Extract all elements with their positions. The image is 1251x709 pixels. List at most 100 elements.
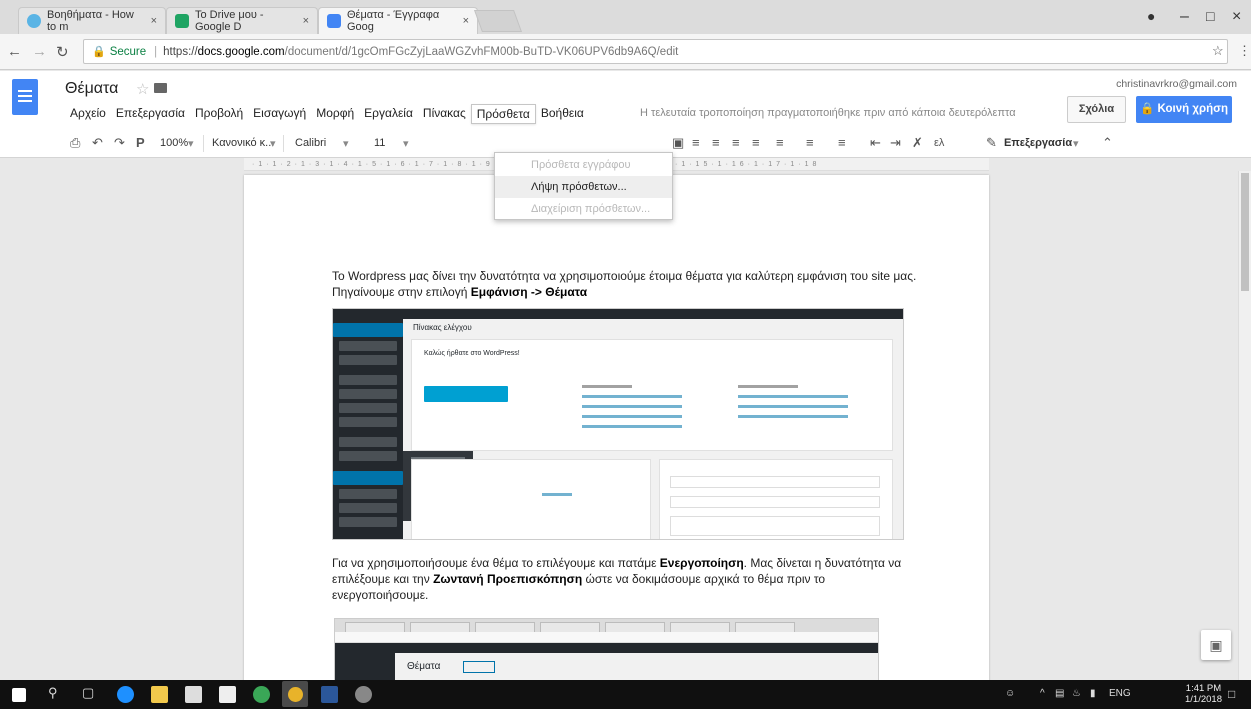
lock-icon: 🔒 [92, 46, 106, 58]
paragraph[interactable]: Το Wordpress μας δίνει την δυνατότητα να… [332, 268, 917, 300]
wp-admin-bar [333, 309, 903, 319]
file-explorer-icon[interactable] [151, 686, 168, 703]
font-select[interactable]: Calibri [295, 137, 326, 149]
menu-edit[interactable]: Επεξεργασία [111, 104, 190, 124]
explore-icon[interactable]: ▣ [1201, 630, 1231, 660]
language-indicator[interactable]: ENG [1109, 688, 1131, 699]
input-tools-icon[interactable]: ελ [934, 137, 944, 149]
comments-button[interactable]: Σχόλια [1067, 96, 1126, 123]
tab-close-icon[interactable]: × [457, 15, 469, 27]
font-size-select[interactable]: 11 [374, 137, 385, 149]
address-toolbar: ← → ↻ 🔒 Secure | https:// docs.google.co… [0, 34, 1251, 70]
wordpress-dashboard-image[interactable]: Πίνακας ελέγχου Καλώς ήρθατε στο WordPre… [332, 308, 904, 540]
line-spacing-icon[interactable]: ≡ [776, 135, 784, 150]
wordpress-themes-image[interactable]: Θέματα [334, 618, 879, 680]
print-icon[interactable]: ⎙ [70, 135, 80, 151]
reload-icon[interactable]: ↻ [56, 43, 69, 61]
network-icon[interactable]: ▤ [1055, 688, 1064, 699]
app-icon-2[interactable] [355, 686, 372, 703]
search-icon[interactable]: ⚲ [48, 685, 58, 701]
last-edit-status[interactable]: Η τελευταία τροποποίηση πραγματοποιήθηκε… [640, 107, 1016, 119]
align-right-icon[interactable]: ≡ [732, 135, 740, 150]
browser-tab[interactable]: Βοηθήματα - How to m × [18, 7, 166, 34]
star-icon[interactable]: ☆ [136, 80, 149, 98]
battery-icon[interactable]: ▮ [1090, 688, 1096, 699]
clear-formatting-icon[interactable]: ✗ [912, 135, 923, 151]
document-title[interactable]: Θέματα [65, 80, 118, 98]
wp-customize-button [424, 386, 508, 402]
numbered-list-icon[interactable]: ≡ [806, 135, 814, 150]
tab-close-icon[interactable]: × [297, 15, 309, 27]
menu-view[interactable]: Προβολή [190, 104, 248, 124]
people-icon[interactable]: ☺ [1005, 688, 1015, 699]
toolbar-divider [203, 135, 204, 152]
docs-home-icon[interactable] [12, 79, 38, 115]
profile-icon[interactable]: ● [1147, 8, 1155, 24]
back-icon[interactable]: ← [7, 43, 22, 60]
folder-icon[interactable] [154, 83, 167, 93]
pencil-icon[interactable]: ✎ [986, 135, 997, 151]
style-select[interactable]: Κανονικό κ... [212, 137, 274, 149]
menu-help[interactable]: Βοήθεια [536, 104, 589, 124]
editing-mode-select[interactable]: Επεξεργασία [1004, 137, 1072, 149]
paint-format-icon[interactable]: P [136, 135, 145, 150]
menu-table[interactable]: Πίνακας [418, 104, 471, 124]
menu-item-get-addons[interactable]: Λήψη πρόσθετων... [495, 176, 672, 198]
close-window-button[interactable]: × [1232, 8, 1241, 26]
document-page[interactable]: Το Wordpress μας δίνει την δυνατότητα να… [244, 175, 989, 680]
menu-tools[interactable]: Εργαλεία [359, 104, 418, 124]
new-tab-button[interactable] [473, 10, 523, 32]
insert-image-icon[interactable]: ▣ [672, 135, 684, 151]
align-left-icon[interactable]: ≡ [692, 135, 700, 150]
clock[interactable]: 1:41 PM 1/1/2018 [1185, 683, 1222, 705]
bookmark-star-icon[interactable]: ☆ [1212, 43, 1224, 59]
menu-file[interactable]: Αρχείο [65, 104, 111, 124]
notifications-icon[interactable]: □ [1228, 687, 1235, 701]
volume-icon[interactable]: ♨ [1072, 688, 1081, 699]
scrollbar-thumb[interactable] [1241, 173, 1249, 291]
forward-icon[interactable]: → [32, 43, 47, 60]
align-center-icon[interactable]: ≡ [712, 135, 720, 150]
chevron-down-icon: ▾ [188, 138, 194, 150]
document-canvas[interactable]: Το Wordpress μας δίνει την δυνατότητα να… [0, 171, 1251, 680]
vertical-scrollbar[interactable] [1238, 171, 1251, 680]
share-button[interactable]: 🔒 Κοινή χρήση [1136, 96, 1232, 123]
bulleted-list-icon[interactable]: ≡ [838, 135, 846, 150]
increase-indent-icon[interactable]: ⇥ [890, 135, 901, 151]
decrease-indent-icon[interactable]: ⇤ [870, 135, 881, 151]
minimize-button[interactable]: – [1180, 8, 1189, 26]
tray-chevron-icon[interactable]: ^ [1040, 688, 1045, 699]
menu-format[interactable]: Μορφή [311, 104, 359, 124]
browser-tab[interactable]: Το Drive μου - Google D × [166, 7, 318, 34]
tab-close-icon[interactable]: × [145, 15, 157, 27]
undo-icon[interactable]: ↶ [92, 135, 103, 151]
user-email[interactable]: christinavrkro@gmail.com [1116, 78, 1237, 90]
collapse-toolbar-icon[interactable]: ⌃ [1102, 135, 1113, 151]
zoom-select[interactable]: 100% [160, 137, 188, 149]
chrome-menu-icon[interactable]: ⋮ [1238, 43, 1251, 59]
menu-bar: Αρχείο Επεξεργασία Προβολή Εισαγωγή Μορφ… [65, 104, 589, 124]
task-view-icon[interactable]: ▢ [82, 685, 94, 701]
mail-icon[interactable] [219, 686, 236, 703]
drive-icon [175, 14, 189, 28]
wp-page-title: Πίνακας ελέγχου [413, 323, 472, 332]
menu-item-manage-addons[interactable]: Διαχείριση πρόσθετων... [495, 198, 672, 220]
chrome-icon [288, 687, 303, 702]
chevron-down-icon: ▾ [1073, 138, 1079, 150]
url-bar[interactable]: 🔒 Secure | https:// docs.google.com /doc… [83, 39, 1228, 64]
edge-icon[interactable] [117, 686, 134, 703]
app-icon[interactable] [253, 686, 270, 703]
menu-item-document-addons[interactable]: Πρόσθετα εγγράφου [495, 154, 672, 176]
maximize-button[interactable]: □ [1206, 8, 1214, 24]
chevron-down-icon: ▾ [343, 138, 349, 150]
url-host: docs.google.com [197, 45, 285, 58]
browser-tab-active[interactable]: Θέματα - Έγγραφα Goog × [318, 7, 478, 34]
redo-icon[interactable]: ↷ [114, 135, 125, 151]
align-justify-icon[interactable]: ≡ [752, 135, 760, 150]
windows-start-icon[interactable] [12, 688, 26, 702]
paragraph[interactable]: Για να χρησιμοποιήσουμε ένα θέμα το επιλ… [332, 555, 917, 603]
menu-addons[interactable]: Πρόσθετα [470, 104, 536, 124]
menu-insert[interactable]: Εισαγωγή [248, 104, 311, 124]
store-icon[interactable] [185, 686, 202, 703]
word-icon[interactable] [321, 686, 338, 703]
